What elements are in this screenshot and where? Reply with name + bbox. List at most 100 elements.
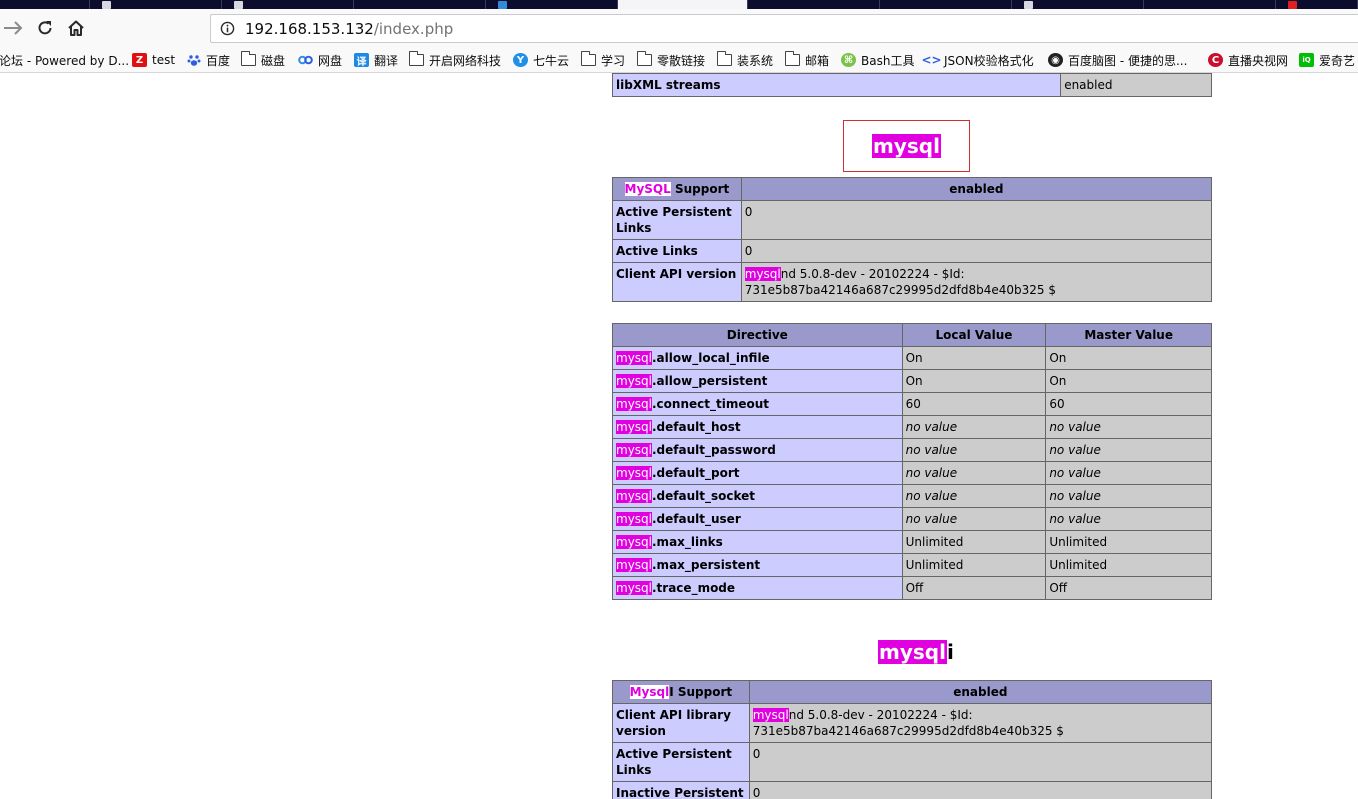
url-host: 192.168.153.132 — [245, 19, 374, 38]
local-value-text: Unlimited — [905, 558, 964, 572]
directive-key: mysql.default_port — [612, 461, 903, 485]
search-highlight: MySQL — [624, 182, 671, 196]
browser-tab-active[interactable] — [618, 0, 748, 9]
master-value: 60 — [1045, 392, 1212, 416]
browser-tab[interactable] — [0, 0, 90, 9]
search-highlight: mysql — [616, 535, 652, 549]
bookmark-folder[interactable]: 学习 — [581, 51, 625, 69]
mysqli-section-title[interactable]: mysqli — [878, 640, 954, 664]
bookmark-item[interactable]: 网盘 — [298, 51, 342, 69]
browser-tab[interactable] — [748, 0, 880, 9]
browser-tab[interactable] — [1012, 0, 1144, 9]
search-highlight: mysql — [616, 420, 652, 434]
directive-key: libXML streams — [611, 73, 1062, 97]
directive-value: mysqlnd 5.0.8-dev - 20102224 - $Id: 731e… — [748, 703, 1213, 743]
directive-key: mysql.default_password — [612, 438, 903, 462]
folder-icon — [241, 51, 256, 66]
directive-value: 0 — [740, 239, 1213, 263]
directive-key: Active Persistent Links — [612, 200, 742, 240]
master-value-text: 60 — [1049, 397, 1065, 411]
table-row: mysql.default_socket no value no value — [612, 484, 1212, 508]
browser-tab[interactable] — [880, 0, 1012, 9]
directive-key: mysql.allow_persistent — [612, 369, 903, 393]
bookmark-item[interactable]: Y 七牛云 — [513, 51, 569, 69]
bookmark-item[interactable]: 译翻译 — [354, 51, 398, 69]
local-value: On — [901, 346, 1047, 370]
directive-name: .max_links — [652, 535, 723, 549]
bookmark-label: test — [152, 53, 176, 67]
address-bar[interactable]: 192.168.153.132/index.php — [210, 14, 1358, 43]
directive-value: enabled — [1060, 73, 1212, 97]
directive-key: mysql.default_host — [612, 415, 903, 439]
tab-strip — [0, 0, 1358, 9]
search-highlight: mysql — [616, 374, 652, 388]
bookmark-item[interactable]: ◉ 百度脑图 - 便捷的思... — [1048, 51, 1187, 69]
directive-key: Client API library version — [612, 703, 750, 743]
info-icon[interactable] — [220, 21, 235, 36]
local-value-text: no value — [905, 489, 958, 503]
browser-tab[interactable] — [354, 0, 486, 9]
master-value: On — [1045, 369, 1212, 393]
search-highlight: mysql — [616, 466, 652, 480]
section-title-highlight: mysql — [872, 134, 941, 158]
master-value-text: no value — [1049, 466, 1101, 480]
table-row: mysql.default_user no value no value — [612, 507, 1212, 531]
page-icon — [234, 1, 243, 9]
bookmark-item[interactable]: <> JSON校验格式化 — [921, 51, 1033, 69]
page-icon — [498, 1, 507, 9]
browser-tab[interactable] — [90, 0, 222, 9]
translate-icon: 译 — [354, 53, 369, 68]
local-value: no value — [901, 484, 1047, 508]
forward-button[interactable] — [0, 14, 28, 42]
bookmark-folder[interactable]: 开启网络科技 — [409, 51, 501, 69]
bookmark-item[interactable]: iQ 爱奇艺 — [1299, 51, 1355, 69]
directive-name: .trace_mode — [652, 581, 736, 595]
bookmark-label: 论坛 - Powered by D... — [0, 53, 130, 68]
bookmark-label: 翻译 — [374, 53, 399, 68]
table-row: mysql.default_host no value no value — [612, 415, 1212, 439]
directive-name: .max_persistent — [652, 558, 761, 572]
bookmark-folder[interactable]: 邮箱 — [785, 51, 829, 69]
bookmark-item[interactable]: ⌘ Bash工具 — [841, 51, 914, 69]
master-value: Unlimited — [1045, 530, 1212, 554]
local-value: Off — [901, 576, 1047, 600]
search-highlight: mysql — [616, 443, 652, 457]
bookmark-item[interactable]: 百度 — [186, 51, 230, 69]
bookmark-label: 开启网络科技 — [429, 53, 502, 68]
home-icon — [68, 20, 84, 36]
directive-name: .allow_local_infile — [652, 351, 770, 365]
bookmark-item[interactable]: C 直播央视网 — [1208, 51, 1288, 69]
bookmark-item[interactable]: 论坛 - Powered by D... — [0, 51, 129, 69]
mysql-section-title[interactable]: mysql — [843, 120, 970, 172]
home-button[interactable] — [62, 14, 90, 42]
table-header-row: Directive Local Value Master Value — [612, 323, 1212, 347]
bookmark-folder[interactable]: 零散链接 — [637, 51, 705, 69]
search-highlight: mysql — [616, 512, 652, 526]
directive-key: Inactive Persistent Links — [612, 781, 750, 799]
table-row: mysql.connect_timeout 60 60 — [612, 392, 1212, 416]
reload-button[interactable] — [31, 14, 59, 42]
local-value: no value — [901, 507, 1047, 531]
browser-tab[interactable] — [1276, 0, 1358, 9]
directive-name: .default_user — [652, 512, 741, 526]
support-header: MysqlI Support — [612, 680, 750, 704]
directive-key: mysql.allow_local_infile — [612, 346, 903, 370]
search-highlight: mysql — [616, 489, 652, 503]
bookmark-item[interactable]: Ztest — [132, 51, 175, 69]
table-row: mysql.allow_local_infile On On — [612, 346, 1212, 370]
iqiyi-icon: iQ — [1299, 53, 1314, 67]
folder-icon — [581, 51, 596, 66]
bookmark-folder[interactable]: 磁盘 — [241, 51, 285, 69]
url-path: /index.php — [373, 19, 454, 38]
browser-tab[interactable] — [486, 0, 618, 9]
master-value-text: no value — [1049, 512, 1101, 526]
directive-name: .default_host — [652, 420, 741, 434]
table-header-row: MySQL Support enabled — [612, 177, 1213, 201]
directive-key: mysql.max_links — [612, 530, 903, 554]
bookmark-label: 百度 — [206, 53, 231, 68]
local-value: no value — [901, 415, 1047, 439]
local-value-text: Off — [905, 581, 924, 595]
browser-tab[interactable] — [222, 0, 354, 9]
bookmark-folder[interactable]: 装系统 — [717, 51, 773, 69]
browser-tab[interactable] — [1144, 0, 1276, 9]
